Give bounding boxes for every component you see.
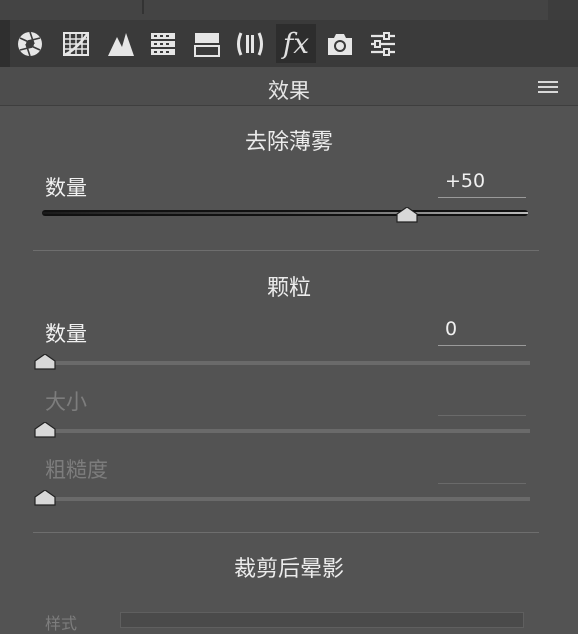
curve-grid-icon — [63, 31, 90, 56]
grain-roughness-value[interactable] — [438, 456, 526, 484]
dehaze-track-gradient — [42, 212, 528, 214]
dehaze-amount-slider-track[interactable] — [42, 210, 528, 216]
camera-icon — [328, 33, 352, 55]
panel-tabs-toolbar: fx — [0, 20, 578, 67]
mountains-icon — [108, 32, 134, 56]
grain-size-value[interactable] — [438, 388, 526, 416]
split-toning-tab[interactable] — [187, 24, 227, 63]
dehaze-amount-label: 数量 — [45, 176, 87, 200]
fx-icon: fx — [282, 26, 310, 60]
toolbar-left-edge — [0, 20, 10, 67]
aperture-icon — [18, 31, 42, 56]
top-right-block — [548, 0, 578, 20]
split-tone-icon — [194, 32, 220, 57]
basic-tab[interactable] — [10, 24, 50, 63]
grain-roughness-label: 粗糙度 — [45, 458, 108, 482]
tone-curve-tab[interactable] — [56, 24, 96, 63]
presets-tab[interactable] — [363, 24, 403, 63]
dehaze-amount-slider-thumb[interactable] — [395, 207, 419, 223]
grain-section-title: 颗粒 — [266, 276, 311, 301]
grain-size-slider-track[interactable] — [40, 429, 530, 433]
grain-amount-slider-thumb[interactable] — [33, 354, 57, 370]
top-divider — [142, 0, 144, 14]
grain-amount-value[interactable]: 0 — [438, 318, 526, 346]
sliders-icon — [371, 31, 395, 56]
panel-title: 效果 — [268, 79, 310, 103]
camera-calibration-tab[interactable] — [320, 24, 360, 63]
grain-roughness-slider-thumb[interactable] — [33, 490, 57, 506]
section-divider — [33, 532, 539, 533]
grain-size-label: 大小 — [45, 390, 87, 414]
dehaze-section-title: 去除薄雾 — [244, 130, 333, 155]
grain-amount-slider-track[interactable] — [40, 361, 530, 365]
vignette-style-dropdown[interactable] — [120, 612, 524, 628]
hsl-bars-icon — [151, 32, 175, 55]
detail-tab[interactable] — [101, 24, 141, 63]
top-strip — [0, 0, 578, 20]
effects-panel-header: 效果 — [0, 67, 578, 106]
lens-corrections-tab[interactable] — [230, 24, 270, 63]
panel-menu-icon[interactable] — [538, 81, 558, 93]
vignette-section-title: 裁剪后晕影 — [233, 557, 344, 582]
grain-size-slider-thumb[interactable] — [33, 422, 57, 438]
dehaze-amount-value[interactable]: +50 — [438, 170, 526, 198]
hsl-tab[interactable] — [143, 24, 183, 63]
vignette-style-label: 样式 — [45, 614, 78, 633]
grain-roughness-slider-track[interactable] — [40, 497, 530, 501]
effects-tab[interactable]: fx — [276, 24, 316, 63]
lens-icon — [237, 31, 263, 56]
section-divider — [33, 250, 539, 251]
toolbar-right-fill — [410, 20, 578, 67]
grain-amount-label: 数量 — [45, 322, 87, 346]
